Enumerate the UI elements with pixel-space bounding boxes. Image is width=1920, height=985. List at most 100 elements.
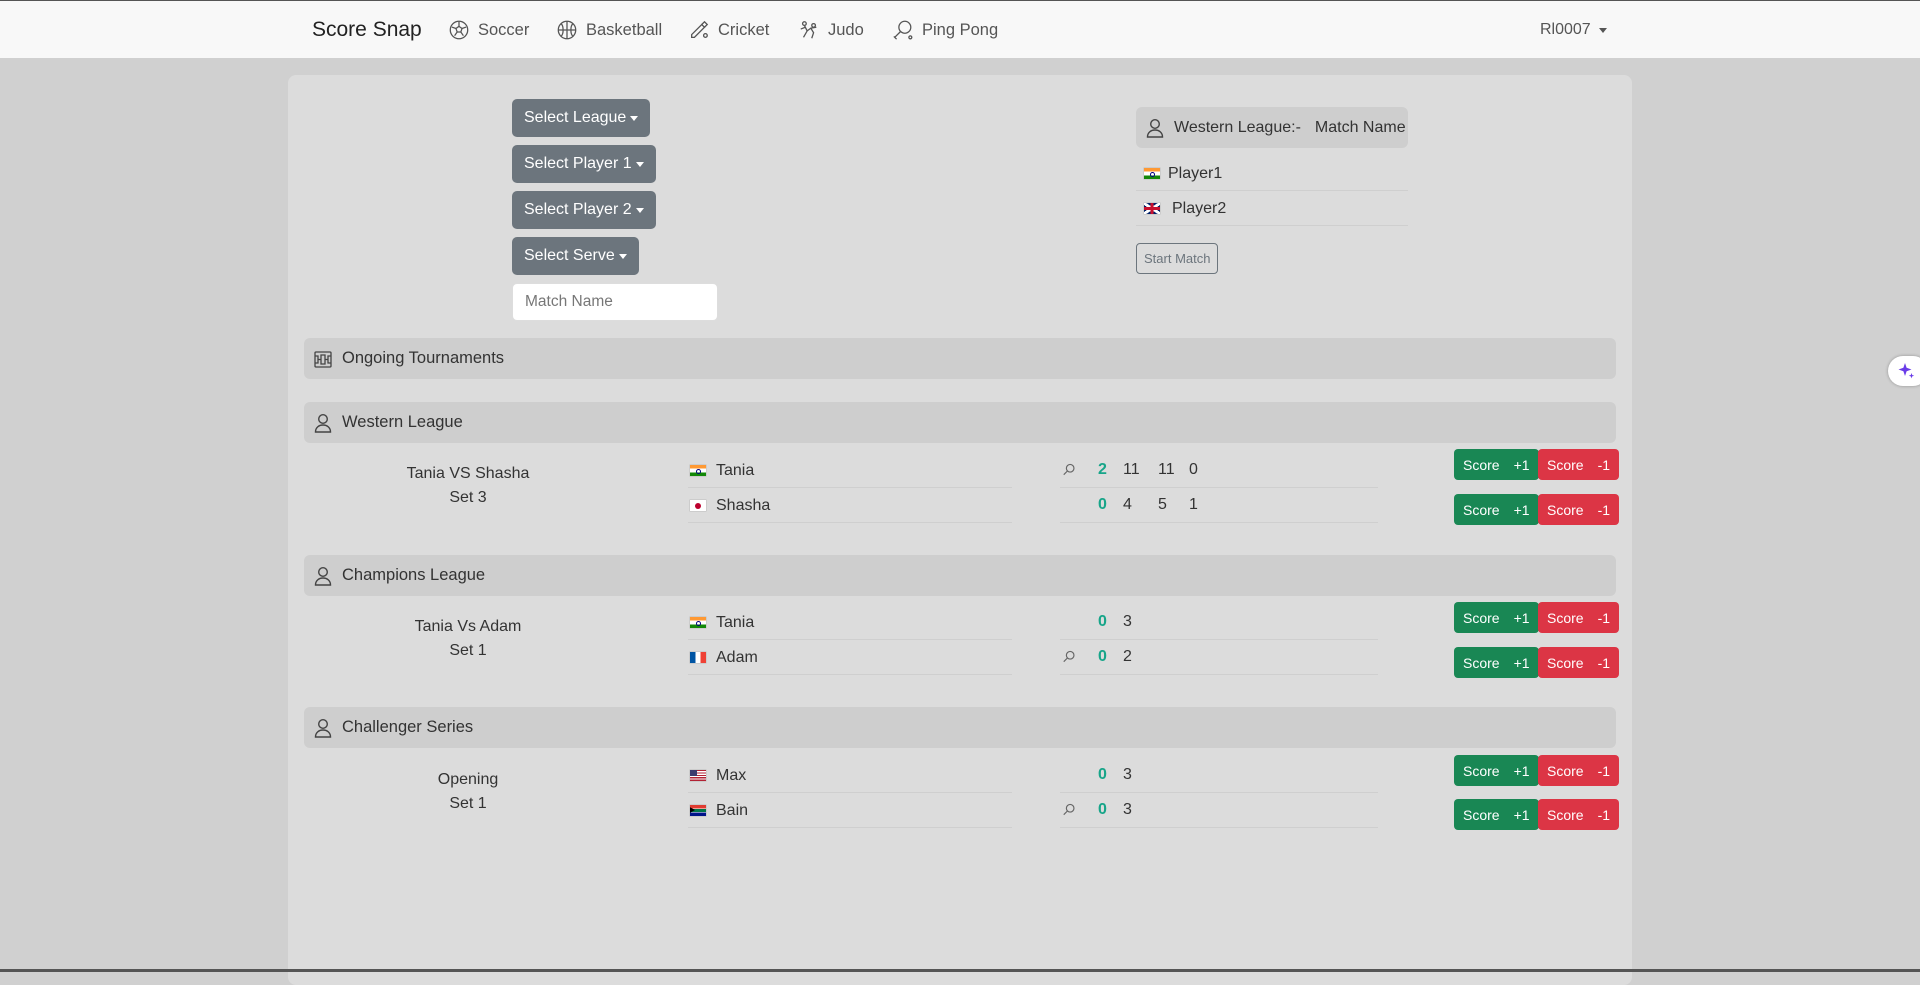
player-name: Tania	[716, 613, 755, 631]
nav-item-label: Ping Pong	[922, 20, 999, 39]
japan-flag-icon	[690, 500, 706, 511]
game-score: 5	[1158, 496, 1167, 513]
score-minus-button[interactable]: Score -1	[1538, 449, 1620, 480]
preview-match-name: Match Name	[1314, 118, 1406, 136]
india-flag-icon	[1144, 168, 1160, 179]
nav-item-basketball[interactable]: Basketball	[556, 19, 662, 41]
cricket-icon	[691, 20, 709, 38]
match-set: Set 3	[449, 489, 487, 506]
caret-down-icon	[635, 161, 644, 167]
score-row: 0 3	[1060, 759, 1378, 793]
button-value: -1	[1597, 609, 1611, 626]
button-label: Score	[1547, 501, 1584, 518]
serve-paddle-icon	[1063, 803, 1075, 816]
score-row: 0 4 5 1	[1060, 489, 1378, 523]
button-label: Select Player 2	[524, 201, 632, 218]
player-name: Max	[716, 766, 747, 784]
score-row: 0 3	[1060, 606, 1378, 640]
france-flag-icon	[690, 652, 706, 663]
select-serve-button[interactable]: Select Serve	[512, 237, 639, 275]
match-title-block: Tania Vs Adam Set 1	[358, 615, 578, 663]
sets-won: 0	[1098, 613, 1107, 630]
player-name: Shasha	[716, 496, 771, 514]
assistant-widget[interactable]	[1888, 356, 1920, 386]
league-header-champions-league: Champions League	[304, 555, 1616, 596]
score-plus-button[interactable]: Score +1	[1454, 799, 1539, 830]
nav-item-cricket[interactable]: Cricket	[688, 19, 769, 41]
preview-header: Western League:- Match Name	[1136, 107, 1408, 148]
match-set: Set 1	[449, 642, 487, 659]
button-value: +1	[1513, 609, 1530, 626]
start-match-button[interactable]: Start Match	[1136, 243, 1219, 274]
button-label: Score	[1547, 762, 1584, 779]
button-label: Select League	[524, 109, 627, 126]
sets-won: 0	[1098, 648, 1107, 665]
player-row: Shasha	[688, 489, 1012, 523]
game-score: 0	[1189, 461, 1198, 478]
select-player2-button[interactable]: Select Player 2	[512, 191, 656, 229]
league-header-western-league: Western League	[304, 402, 1616, 443]
serve-paddle-icon	[1063, 463, 1075, 476]
score-minus-button[interactable]: Score -1	[1538, 494, 1620, 525]
score-plus-button[interactable]: Score +1	[1454, 449, 1539, 480]
ongoing-tournaments-title: Ongoing Tournaments	[342, 349, 505, 367]
match-name-input[interactable]	[512, 283, 718, 321]
south-africa-flag-icon	[690, 805, 706, 816]
score-minus-button[interactable]: Score -1	[1538, 799, 1620, 830]
player-name: Tania	[716, 461, 755, 479]
india-flag-icon	[690, 465, 706, 476]
select-league-button[interactable]: Select League	[512, 99, 651, 137]
match-title: Opening	[437, 771, 499, 788]
game-score: 2	[1123, 648, 1132, 665]
score-minus-button[interactable]: Score -1	[1538, 602, 1620, 633]
button-label: Score	[1463, 806, 1500, 823]
caret-down-icon	[635, 207, 644, 213]
league-header-challenger-series: Challenger Series	[304, 707, 1616, 748]
button-label: Score	[1547, 654, 1584, 671]
nav-item-judo[interactable]: Judo	[798, 19, 864, 41]
button-value: +1	[1513, 806, 1530, 823]
nav-item-soccer[interactable]: Soccer	[448, 19, 529, 41]
button-value: -1	[1597, 654, 1611, 671]
button-label: Score	[1463, 456, 1500, 473]
user-icon	[1146, 118, 1164, 138]
player-row: Bain	[688, 794, 1012, 828]
button-label: Select Serve	[524, 247, 615, 264]
score-plus-button[interactable]: Score +1	[1454, 755, 1539, 786]
score-plus-button[interactable]: Score +1	[1454, 602, 1539, 633]
button-value: +1	[1513, 654, 1530, 671]
preview-player1-row: Player1	[1136, 157, 1408, 191]
nav-item-ping-pong[interactable]: Ping Pong	[892, 19, 998, 41]
game-score: 3	[1123, 801, 1132, 818]
button-value: +1	[1513, 501, 1530, 518]
usa-flag-icon	[690, 770, 706, 781]
button-value: +1	[1513, 762, 1530, 779]
judo-icon	[800, 21, 817, 39]
user-menu-dropdown[interactable]: Rl0007	[1540, 21, 1607, 39]
button-label: Score	[1463, 654, 1500, 671]
nav-item-label: Soccer	[478, 20, 530, 39]
button-value: -1	[1597, 501, 1611, 518]
score-plus-button[interactable]: Score +1	[1454, 494, 1539, 525]
score-minus-button[interactable]: Score -1	[1538, 755, 1620, 786]
match-title-block: Tania VS Shasha Set 3	[358, 462, 578, 510]
select-player1-button[interactable]: Select Player 1	[512, 145, 656, 183]
league-name: Challenger Series	[342, 718, 474, 736]
button-label: Score	[1547, 456, 1584, 473]
button-label: Score	[1463, 501, 1500, 518]
sparkle-icon	[1898, 363, 1915, 379]
player-row: Tania	[688, 454, 1012, 488]
sets-won: 0	[1098, 766, 1107, 783]
button-label: Score	[1463, 609, 1500, 626]
ongoing-tournaments-header: Ongoing Tournaments	[304, 338, 1616, 379]
nav-item-label: Cricket	[718, 20, 770, 39]
preview-league: Western League:-	[1174, 118, 1301, 136]
game-score: 11	[1158, 461, 1175, 478]
score-row: 0 3	[1060, 794, 1378, 828]
score-plus-button[interactable]: Score +1	[1454, 647, 1539, 678]
match-title-block: Opening Set 1	[358, 768, 578, 816]
nav-item-label: Basketball	[586, 20, 663, 39]
brand-logo[interactable]: Score Snap	[312, 18, 422, 42]
player-row: Tania	[688, 606, 1012, 640]
score-minus-button[interactable]: Score -1	[1538, 647, 1620, 678]
